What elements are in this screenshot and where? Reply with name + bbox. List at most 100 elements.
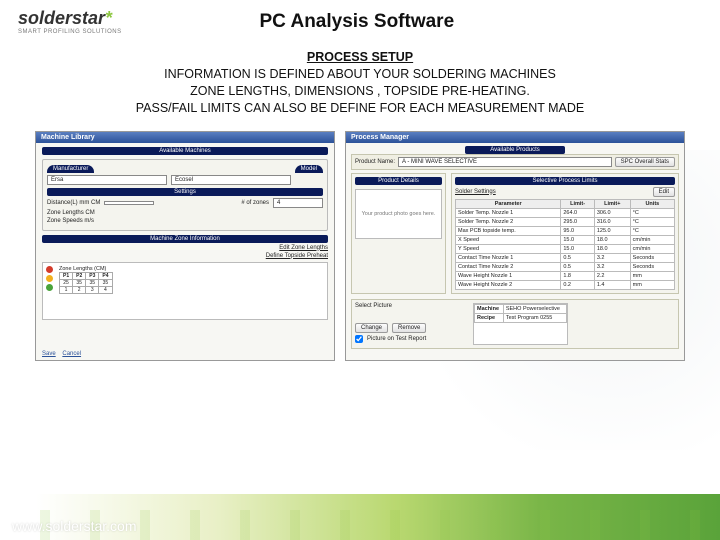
recipe-label: Recipe (475, 313, 504, 322)
table-cell: °C (630, 208, 674, 217)
limits-col: Limit- (561, 199, 595, 208)
table-cell: 1.8 (561, 271, 595, 280)
select-picture-pane: Select Picture Change Remove Picture on … (351, 299, 679, 349)
change-button[interactable]: Change (355, 323, 388, 333)
zone-info-bar: Machine Zone Information (42, 235, 328, 243)
zones-input[interactable]: 4 (273, 198, 323, 208)
picture-on-report-label: Picture on Test Report (367, 336, 426, 342)
limits-col: Limit+ (594, 199, 630, 208)
edit-zone-lengths-link[interactable]: Edit Zone Lengths (279, 245, 328, 251)
distance-input[interactable] (104, 201, 154, 205)
table-cell: 15.0 (561, 235, 595, 244)
zone-val: 35 (73, 279, 86, 286)
table-row: Wave Height Nozzle 11.82.2mm (456, 271, 675, 280)
footer-url: www.solderstar.com (12, 518, 136, 534)
zone-col: P4 (99, 272, 112, 279)
process-limits-bar: Selective Process Limits (455, 177, 675, 185)
table-cell: X Speed (456, 235, 561, 244)
machine-label: Machine (475, 304, 504, 313)
zone-val: 25 (60, 279, 73, 286)
process-manager-title: Process Manager (351, 134, 409, 141)
machine-library-titlebar: Machine Library (36, 132, 334, 143)
table-cell: Max PCB topside temp. (456, 226, 561, 235)
traffic-light-icon (46, 266, 54, 291)
zone-val: 35 (99, 279, 112, 286)
zone-lengths-label: Zone Lengths CM (47, 210, 95, 216)
zone-chart-box: Zone Lengths (CM) P1 P2 P3 P4 25 35 35 (42, 262, 328, 320)
zone-idx: 1 (60, 286, 73, 293)
table-cell: °C (630, 226, 674, 235)
manufacturer-select[interactable]: Ersa (47, 175, 167, 185)
table-cell: Seconds (630, 262, 674, 271)
model-select[interactable]: Ecosel (171, 175, 291, 185)
solder-settings-link[interactable]: Solder Settings (455, 189, 496, 195)
subtitle-line3: PASS/FAIL LIMITS CAN ALSO BE DEFINE FOR … (0, 100, 720, 117)
table-cell: Wave Height Nozzle 2 (456, 280, 561, 289)
table-cell: 0.5 (561, 253, 595, 262)
brand-name: solderstar (18, 8, 105, 28)
product-details-bar: Product Details (355, 177, 442, 185)
manufacturer-tab[interactable]: Manufacturer (47, 165, 94, 173)
traffic-amber (46, 275, 53, 282)
available-machines-bar: Available Machines (42, 147, 328, 155)
table-row: Solder Temp. Nozzle 2295.0316.0°C (456, 217, 675, 226)
table-cell: °C (630, 217, 674, 226)
table-cell: 15.0 (561, 244, 595, 253)
table-cell: mm (630, 280, 674, 289)
table-row: Contact Time Nozzle 10.53.2Seconds (456, 253, 675, 262)
edit-button[interactable]: Edit (653, 187, 675, 197)
table-cell: 316.0 (594, 217, 630, 226)
zone-col: P3 (86, 272, 99, 279)
table-cell: 95.0 (561, 226, 595, 235)
save-link[interactable]: Save (42, 351, 56, 357)
table-cell: 306.0 (594, 208, 630, 217)
table-cell: 18.0 (594, 244, 630, 253)
table-cell: 264.0 (561, 208, 595, 217)
zone-idx: 2 (73, 286, 86, 293)
zone-idx: 3 (86, 286, 99, 293)
table-cell: Solder Temp. Nozzle 2 (456, 217, 561, 226)
product-name-select[interactable]: A - MINI WAVE SELECTIVE (398, 157, 612, 167)
zone-col: P1 (60, 272, 73, 279)
remove-button[interactable]: Remove (392, 323, 426, 333)
brand-tagline: SMART PROFILING SOLUTIONS (18, 29, 122, 35)
cancel-link[interactable]: Cancel (62, 351, 81, 357)
zones-label: # of zones (241, 200, 269, 206)
brand-star: * (105, 8, 112, 28)
page-title: PC Analysis Software (122, 11, 592, 33)
model-tab[interactable]: Model (295, 165, 323, 173)
table-row: Y Speed15.018.0cm/min (456, 244, 675, 253)
subtitle-block: PROCESS SETUP INFORMATION IS DEFINED ABO… (0, 49, 720, 117)
limits-col: Parameter (456, 199, 561, 208)
zone-val: 35 (86, 279, 99, 286)
process-manager-window: Process Manager Available Products Produ… (345, 131, 685, 361)
available-products-bar: Available Products (465, 146, 565, 154)
traffic-red (46, 266, 53, 273)
table-cell: 3.2 (594, 262, 630, 271)
table-cell: Contact Time Nozzle 1 (456, 253, 561, 262)
table-row: Max PCB topside temp.95.0125.0°C (456, 226, 675, 235)
table-cell: Seconds (630, 253, 674, 262)
picture-on-report-checkbox[interactable] (355, 335, 363, 343)
table-cell: 125.0 (594, 226, 630, 235)
table-row: Wave Height Nozzle 20.21.4mm (456, 280, 675, 289)
table-cell: cm/min (630, 235, 674, 244)
settings-bar: Settings (47, 188, 323, 196)
traffic-green (46, 284, 53, 291)
limits-table: Parameter Limit- Limit+ Units Solder Tem… (455, 199, 675, 290)
zone-speeds-label: Zone Speeds m/s (47, 218, 94, 224)
subtitle-heading: PROCESS SETUP (0, 49, 720, 66)
process-limits-pane: Selective Process Limits Solder Settings… (451, 173, 679, 294)
table-cell: 0.2 (561, 280, 595, 289)
product-row: Product Name: A - MINI WAVE SELECTIVE SP… (351, 154, 679, 170)
define-topside-link[interactable]: Define Topside Preheat (266, 253, 328, 259)
zone-lengths-table: P1 P2 P3 P4 25 35 35 35 1 (59, 272, 113, 294)
table-cell: 295.0 (561, 217, 595, 226)
table-cell: Contact Time Nozzle 2 (456, 262, 561, 271)
table-cell: 18.0 (594, 235, 630, 244)
machine-recipe-box: Machine SEHO Powerselective Recipe Test … (473, 303, 568, 345)
table-cell: Y Speed (456, 244, 561, 253)
spc-stats-button[interactable]: SPC Overall Stats (615, 157, 675, 167)
table-row: X Speed15.018.0cm/min (456, 235, 675, 244)
table-row: Solder Temp. Nozzle 1264.0306.0°C (456, 208, 675, 217)
